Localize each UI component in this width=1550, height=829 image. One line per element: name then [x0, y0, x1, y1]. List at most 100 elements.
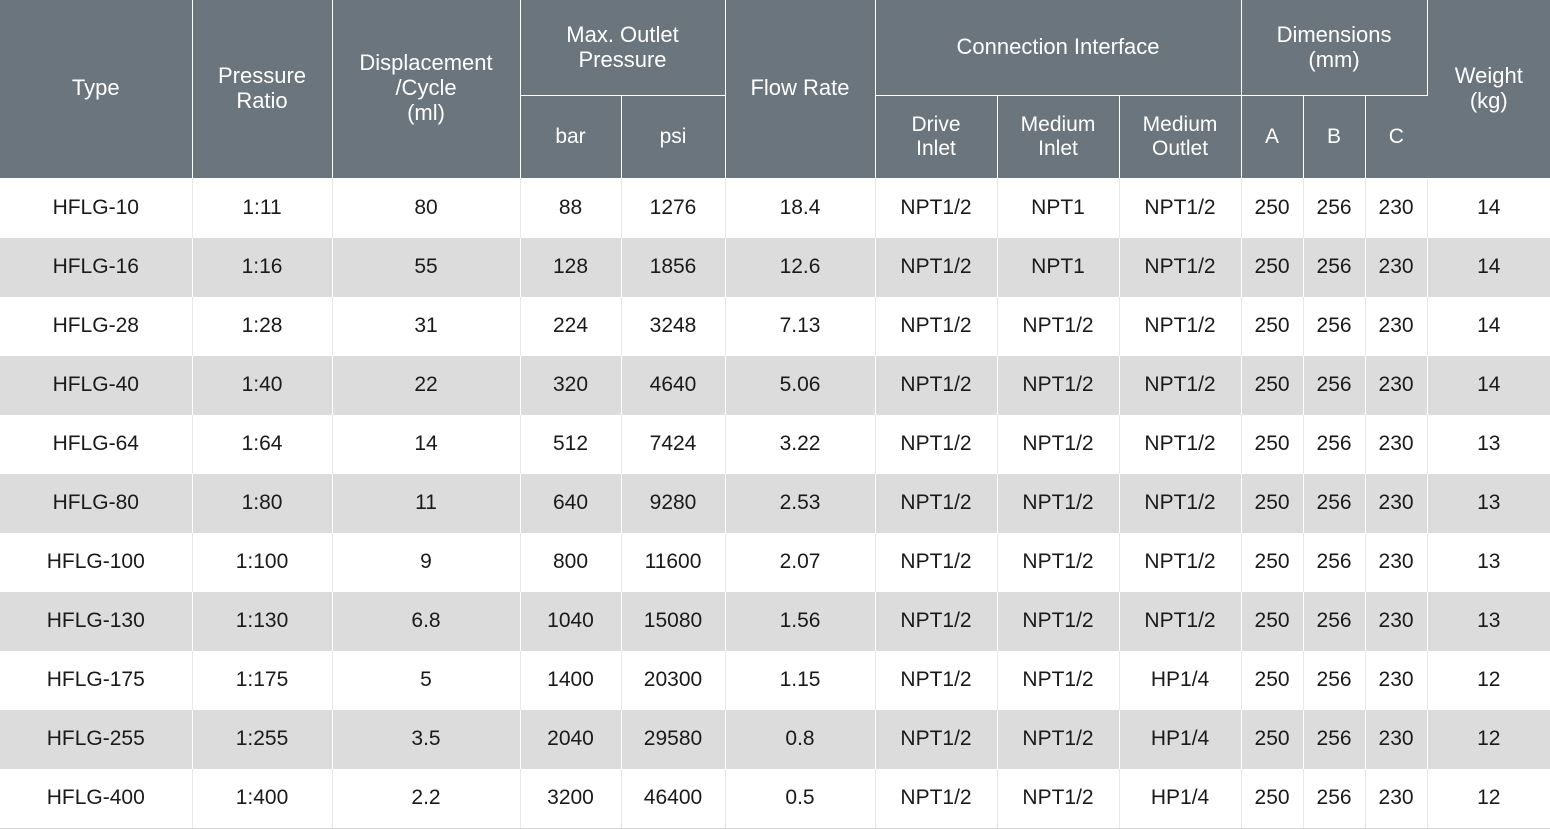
column-header-pressure-ratio-line2: Ratio: [236, 87, 288, 113]
column-header-pressure-ratio: Pressure Ratio: [192, 0, 333, 179]
cell-bar: 2040: [520, 709, 622, 769]
cell-psi: 1856: [621, 237, 726, 297]
cell-type: HFLG-175: [0, 650, 193, 710]
cell-pressure-ratio: 1:16: [192, 237, 333, 297]
cell-medium-inlet: NPT1: [997, 237, 1120, 297]
cell-weight: 14: [1427, 178, 1550, 238]
cell-c: 230: [1365, 532, 1428, 592]
cell-displacement: 2.2: [332, 768, 521, 829]
column-header-bar: bar: [520, 95, 622, 178]
cell-type: HFLG-40: [0, 355, 193, 415]
table-row: HFLG-10 1:11 80 88 1276 18.4 NPT1/2 NPT1 NPT1/2 2…: [0, 178, 1550, 238]
cell-medium-outlet: NPT1/2: [1119, 178, 1242, 238]
cell-psi: 4640: [621, 355, 726, 415]
table-row: HFLG-80 1:80 11 640 9280 2.53 NPT1/2 NPT1/2 NPT1…: [0, 473, 1550, 533]
cell-b: 256: [1303, 709, 1366, 769]
cell-weight: 12: [1427, 650, 1550, 710]
cell-b: 256: [1303, 237, 1366, 297]
cell-displacement: 14: [332, 414, 521, 474]
cell-flow-rate: 0.8: [725, 709, 876, 769]
cell-drive-inlet: NPT1/2: [875, 296, 998, 356]
cell-pressure-ratio: 1:11: [192, 178, 333, 238]
column-header-dimensions-line1: Dimensions: [1276, 21, 1392, 47]
column-header-medium-inlet-line1: Medium: [1020, 113, 1096, 137]
cell-b: 256: [1303, 532, 1366, 592]
column-header-displacement-line1: Displacement: [359, 50, 493, 76]
cell-a: 250: [1241, 355, 1304, 415]
cell-c: 230: [1365, 650, 1428, 710]
cell-weight: 12: [1427, 709, 1550, 769]
cell-displacement: 3.5: [332, 709, 521, 769]
cell-medium-inlet: NPT1/2: [997, 591, 1120, 651]
cell-weight: 14: [1427, 355, 1550, 415]
cell-type: HFLG-400: [0, 768, 193, 829]
column-header-dimension-c: C: [1365, 95, 1428, 178]
cell-drive-inlet: NPT1/2: [875, 650, 998, 710]
cell-type: HFLG-16: [0, 237, 193, 297]
cell-a: 250: [1241, 414, 1304, 474]
table-row: HFLG-16 1:16 55 128 1856 12.6 NPT1/2 NPT1 NPT1/2…: [0, 237, 1550, 297]
cell-medium-inlet: NPT1: [997, 178, 1120, 238]
cell-bar: 800: [520, 532, 622, 592]
table-row: HFLG-175 1:175 5 1400 20300 1.15 NPT1/2 NPT1/2 H…: [0, 650, 1550, 710]
cell-c: 230: [1365, 296, 1428, 356]
cell-medium-outlet: NPT1/2: [1119, 532, 1242, 592]
column-header-bar-label: bar: [555, 125, 586, 149]
cell-b: 256: [1303, 768, 1366, 829]
cell-c: 230: [1365, 237, 1428, 297]
cell-flow-rate: 2.07: [725, 532, 876, 592]
column-header-displacement-line2: /Cycle: [395, 75, 457, 101]
table-body: HFLG-10 1:11 80 88 1276 18.4 NPT1/2 NPT1 NPT1/2 2…: [0, 178, 1550, 829]
cell-type: HFLG-10: [0, 178, 193, 238]
cell-medium-outlet: HP1/4: [1119, 768, 1242, 829]
cell-medium-outlet: HP1/4: [1119, 650, 1242, 710]
cell-weight: 13: [1427, 591, 1550, 651]
cell-b: 256: [1303, 296, 1366, 356]
cell-a: 250: [1241, 650, 1304, 710]
cell-a: 250: [1241, 296, 1304, 356]
cell-type: HFLG-28: [0, 296, 193, 356]
cell-flow-rate: 12.6: [725, 237, 876, 297]
cell-displacement: 5: [332, 650, 521, 710]
cell-displacement: 22: [332, 355, 521, 415]
cell-psi: 11600: [621, 532, 726, 592]
cell-type: HFLG-255: [0, 709, 193, 769]
cell-drive-inlet: NPT1/2: [875, 709, 998, 769]
cell-pressure-ratio: 1:100: [192, 532, 333, 592]
table-row: HFLG-28 1:28 31 224 3248 7.13 NPT1/2 NPT1/2 NPT1…: [0, 296, 1550, 356]
cell-flow-rate: 5.06: [725, 355, 876, 415]
cell-bar: 1400: [520, 650, 622, 710]
cell-psi: 29580: [621, 709, 726, 769]
table-row: HFLG-400 1:400 2.2 3200 46400 0.5 NPT1/2 NPT1/2…: [0, 768, 1550, 829]
cell-type: HFLG-80: [0, 473, 193, 533]
cell-bar: 320: [520, 355, 622, 415]
column-header-drive-inlet-line2: Inlet: [916, 137, 956, 160]
column-header-dimensions: Dimensions (mm): [1241, 0, 1428, 96]
cell-medium-outlet: NPT1/2: [1119, 591, 1242, 651]
cell-flow-rate: 7.13: [725, 296, 876, 356]
cell-a: 250: [1241, 178, 1304, 238]
cell-displacement: 6.8: [332, 591, 521, 651]
table-row: HFLG-64 1:64 14 512 7424 3.22 NPT1/2 NPT1/2 NPT1…: [0, 414, 1550, 474]
cell-a: 250: [1241, 237, 1304, 297]
cell-psi: 3248: [621, 296, 726, 356]
column-header-medium-outlet: Medium Outlet: [1119, 95, 1242, 178]
cell-medium-outlet: HP1/4: [1119, 709, 1242, 769]
cell-a: 250: [1241, 473, 1304, 533]
cell-psi: 20300: [621, 650, 726, 710]
cell-bar: 224: [520, 296, 622, 356]
cell-medium-inlet: NPT1/2: [997, 650, 1120, 710]
cell-pressure-ratio: 1:130: [192, 591, 333, 651]
cell-c: 230: [1365, 591, 1428, 651]
cell-c: 230: [1365, 178, 1428, 238]
column-header-type-label: Type: [71, 75, 120, 101]
column-header-flow-rate-label: Flow Rate: [750, 75, 850, 101]
cell-bar: 88: [520, 178, 622, 238]
cell-psi: 9280: [621, 473, 726, 533]
cell-weight: 13: [1427, 473, 1550, 533]
cell-a: 250: [1241, 768, 1304, 829]
cell-weight: 14: [1427, 296, 1550, 356]
cell-weight: 14: [1427, 237, 1550, 297]
cell-flow-rate: 2.53: [725, 473, 876, 533]
cell-psi: 7424: [621, 414, 726, 474]
